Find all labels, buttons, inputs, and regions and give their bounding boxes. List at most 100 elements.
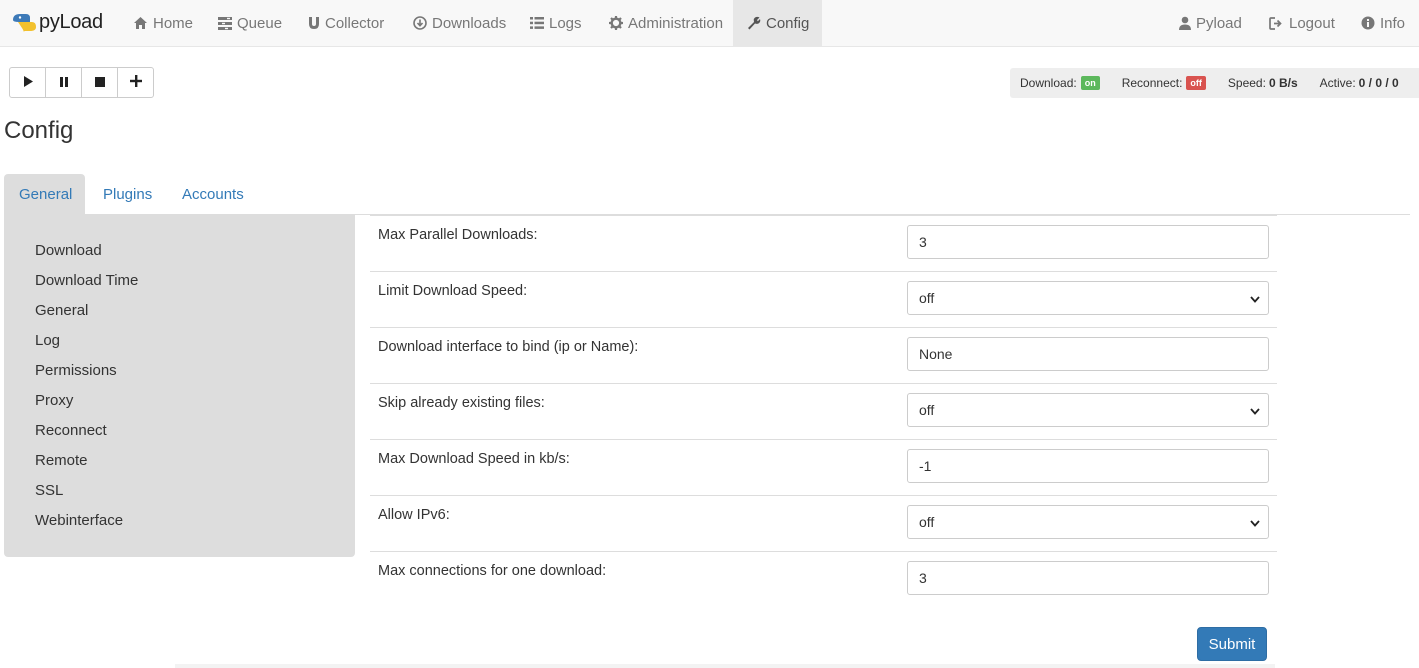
nav-downloads[interactable]: Downloads bbox=[399, 0, 520, 46]
nav-logout[interactable]: Logout bbox=[1255, 0, 1349, 46]
download-status-badge[interactable]: on bbox=[1080, 76, 1100, 90]
sidebar-item-reconnect[interactable]: Reconnect bbox=[35, 422, 107, 439]
gear-icon bbox=[609, 16, 623, 30]
sidebar-item-webinterface[interactable]: Webinterface bbox=[35, 512, 123, 529]
form-row-limit-download-speed: Limit Download Speed: off bbox=[370, 271, 1277, 327]
field-label: Allow IPv6: bbox=[378, 507, 450, 523]
nav-administration-label: Administration bbox=[628, 14, 724, 32]
chevron-down-icon bbox=[1250, 402, 1260, 418]
tab-plugins[interactable]: Plugins bbox=[88, 174, 167, 215]
sidebar-item-general[interactable]: General bbox=[35, 302, 88, 319]
download-interface-input[interactable]: None bbox=[907, 337, 1269, 371]
field-label: Max Download Speed in kb/s: bbox=[378, 451, 570, 467]
nav-administration[interactable]: Administration bbox=[595, 0, 737, 46]
form-row-max-download-speed: Max Download Speed in kb/s: -1 bbox=[370, 439, 1277, 495]
sidebar-item-ssl[interactable]: SSL bbox=[35, 482, 63, 499]
active-label: Active: bbox=[1319, 76, 1356, 90]
nav-user[interactable]: Pyload bbox=[1165, 0, 1256, 46]
field-label: Max Parallel Downloads: bbox=[378, 227, 538, 243]
nav-queue[interactable]: Queue bbox=[204, 0, 296, 46]
field-label: Limit Download Speed: bbox=[378, 283, 528, 299]
speed-status: Speed: 0 B/s bbox=[1228, 76, 1298, 90]
form-row-allow-ipv6: Allow IPv6: off bbox=[370, 495, 1277, 551]
speed-label: Speed: bbox=[1227, 76, 1266, 90]
submit-button[interactable]: Submit bbox=[1197, 627, 1267, 661]
nav-user-label: Pyload bbox=[1196, 14, 1242, 32]
wrench-icon bbox=[747, 16, 761, 30]
home-icon bbox=[133, 16, 148, 30]
speed-value: 0 B/s bbox=[1268, 76, 1298, 90]
config-tabs: General Plugins Accounts bbox=[4, 174, 1410, 215]
skip-existing-select[interactable]: off bbox=[907, 393, 1269, 427]
nav-collector-label: Collector bbox=[325, 14, 385, 32]
sidebar-item-permissions[interactable]: Permissions bbox=[35, 362, 117, 379]
tab-accounts[interactable]: Accounts bbox=[167, 174, 259, 215]
pause-button[interactable] bbox=[45, 67, 82, 98]
download-circle-icon bbox=[413, 16, 427, 30]
field-label: Max connections for one download: bbox=[378, 563, 607, 579]
allow-ipv6-select[interactable]: off bbox=[907, 505, 1269, 539]
stop-icon bbox=[94, 74, 105, 92]
sidebar-item-log[interactable]: Log bbox=[35, 332, 60, 349]
form-row-download-interface: Download interface to bind (ip or Name):… bbox=[370, 327, 1277, 383]
download-status-label: Download: bbox=[1020, 76, 1077, 90]
sidebar-item-proxy[interactable]: Proxy bbox=[35, 392, 73, 409]
pause-icon bbox=[59, 74, 68, 92]
select-value: off bbox=[919, 514, 935, 530]
nav-home-label: Home bbox=[153, 14, 194, 32]
user-icon bbox=[1179, 16, 1191, 30]
form-row-skip-existing: Skip already existing files: off bbox=[370, 383, 1277, 439]
form-row-max-connections: Max connections for one download: 3 bbox=[370, 551, 1277, 607]
stop-button[interactable] bbox=[81, 67, 118, 98]
chevron-down-icon bbox=[1250, 514, 1260, 530]
field-label: Skip already existing files: bbox=[378, 395, 545, 411]
select-value: off bbox=[919, 290, 935, 306]
play-icon bbox=[23, 74, 33, 92]
reconnect-status-badge[interactable]: off bbox=[1186, 76, 1206, 90]
nav-collector[interactable]: Collector bbox=[294, 0, 398, 46]
reconnect-status: Reconnect: off bbox=[1122, 76, 1206, 90]
play-button[interactable] bbox=[9, 67, 46, 98]
list-icon bbox=[530, 17, 544, 29]
max-download-speed-input[interactable]: -1 bbox=[907, 449, 1269, 483]
sidebar-item-remote[interactable]: Remote bbox=[35, 452, 88, 469]
nav-queue-label: Queue bbox=[237, 14, 283, 32]
nav-home[interactable]: Home bbox=[119, 0, 207, 46]
field-label: Download interface to bind (ip or Name): bbox=[378, 339, 639, 355]
max-connections-input[interactable]: 3 bbox=[907, 561, 1269, 595]
sidebar-item-download[interactable]: Download bbox=[35, 242, 102, 259]
magnet-icon bbox=[308, 16, 320, 30]
brand-name: pyLoad bbox=[39, 10, 103, 33]
max-parallel-downloads-input[interactable]: 3 bbox=[907, 225, 1269, 259]
active-value: 0 / 0 / 0 bbox=[1358, 76, 1399, 90]
status-bar: Download: on Reconnect: off Speed: 0 B/s… bbox=[1010, 68, 1419, 98]
download-controls bbox=[9, 67, 154, 98]
limit-download-speed-select[interactable]: off bbox=[907, 281, 1269, 315]
tasks-icon bbox=[218, 16, 232, 30]
page-title: Config bbox=[4, 117, 74, 144]
plus-icon bbox=[129, 74, 142, 92]
active-status: Active: 0 / 0 / 0 bbox=[1320, 76, 1399, 90]
footer-divider bbox=[175, 664, 1275, 668]
add-package-button[interactable] bbox=[117, 67, 154, 98]
top-navbar: pyLoad Home Queue Collector Downloads Lo… bbox=[0, 0, 1419, 47]
tab-general[interactable]: General bbox=[4, 174, 85, 215]
nav-config-label: Config bbox=[766, 14, 810, 32]
select-value: off bbox=[919, 402, 935, 418]
sidebar-item-download-time[interactable]: Download Time bbox=[35, 272, 138, 289]
nav-downloads-label: Downloads bbox=[432, 14, 507, 32]
form-row-max-parallel-downloads: Max Parallel Downloads: 3 bbox=[370, 215, 1277, 271]
nav-config[interactable]: Config bbox=[733, 0, 822, 46]
nav-logout-label: Logout bbox=[1289, 14, 1335, 32]
pyload-logo-icon bbox=[10, 8, 38, 36]
reconnect-status-label: Reconnect: bbox=[1121, 76, 1183, 90]
nav-info[interactable]: Info bbox=[1347, 0, 1419, 46]
config-sidebar: Download Download Time General Log Permi… bbox=[4, 215, 355, 557]
download-status: Download: on bbox=[1020, 76, 1100, 90]
nav-logs[interactable]: Logs bbox=[516, 0, 596, 46]
info-icon bbox=[1361, 16, 1375, 30]
nav-info-label: Info bbox=[1380, 14, 1406, 32]
logout-icon bbox=[1269, 16, 1284, 30]
brand[interactable]: pyLoad bbox=[10, 8, 103, 36]
nav-logs-label: Logs bbox=[549, 14, 582, 32]
